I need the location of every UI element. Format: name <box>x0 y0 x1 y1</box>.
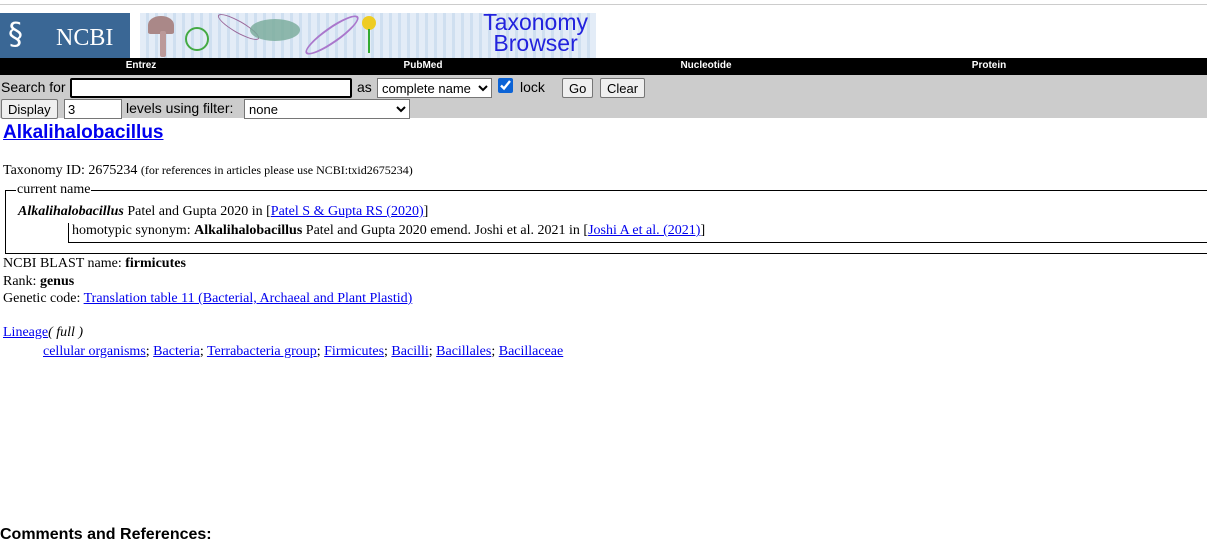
taxon-title-link[interactable]: Alkalihalobacillus <box>3 122 164 144</box>
flower-stem <box>368 29 370 53</box>
taxonomy-id-label: Taxonomy ID: <box>3 163 85 178</box>
top-divider <box>0 4 1207 5</box>
nav-protein[interactable]: Protein <box>972 60 1006 71</box>
lineage-item[interactable]: Firmicutes <box>324 344 384 359</box>
lineage-item[interactable]: Bacilli <box>391 344 428 359</box>
filter-select[interactable]: none <box>244 99 410 119</box>
flower-icon <box>362 16 376 30</box>
virus-icon <box>185 27 209 51</box>
lock-label: lock <box>520 79 545 95</box>
chain-cell-icon <box>301 10 363 60</box>
fish-icon <box>250 19 300 41</box>
synonym-reference-link[interactable]: Joshi A et al. (2021) <box>588 223 700 238</box>
current-name-legend: current name <box>17 182 91 197</box>
blast-label: NCBI BLAST name: <box>3 256 126 271</box>
as-label: as <box>357 79 372 95</box>
clear-button[interactable]: Clear <box>600 78 646 98</box>
genetic-code-label: Genetic code: <box>3 291 84 306</box>
current-name: Alkalihalobacillus <box>18 204 124 219</box>
lineage-list: cellular organisms; Bacteria; Terrabacte… <box>43 344 564 359</box>
lineage-header: Lineage( full ) <box>3 325 83 341</box>
synonym-name: Alkalihalobacillus <box>194 223 303 238</box>
ncbi-logo[interactable]: § NCBI <box>0 13 130 58</box>
display-button[interactable]: Display <box>1 99 58 119</box>
logo-text: NCBI <box>56 25 114 51</box>
taxonomy-id: 2675234 <box>88 163 138 178</box>
rank-label: Rank: <box>3 274 40 289</box>
blast-name-line: NCBI BLAST name: firmicutes <box>3 256 186 272</box>
levels-label: levels using filter: <box>126 100 234 116</box>
search-form: Search for as complete name lock Go Clea… <box>0 75 1207 119</box>
lineage-item[interactable]: Bacteria <box>153 344 200 359</box>
lineage-item[interactable]: Bacillaceae <box>499 344 564 359</box>
dna-helix-icon: § <box>8 17 23 52</box>
search-input[interactable] <box>70 78 352 98</box>
blast-name: firmicutes <box>125 256 186 271</box>
current-name-line: Alkalihalobacillus Patel and Gupta 2020 … <box>18 204 428 220</box>
taxonomy-id-note: (for references in articles please use N… <box>140 163 413 177</box>
synonym-authority: Patel and Gupta 2020 emend. Joshi et al.… <box>302 223 589 238</box>
lock-checkbox[interactable] <box>498 78 513 93</box>
synonym-label: homotypic synonym: <box>72 223 195 238</box>
nav-entrez[interactable]: Entrez <box>126 60 157 71</box>
lineage-full-toggle[interactable]: ( full ) <box>48 325 83 340</box>
levels-input[interactable] <box>64 99 122 119</box>
taxonomy-id-line: Taxonomy ID: 2675234 (for references in … <box>3 163 413 179</box>
nav-bar: Entrez PubMed Nucleotide Protein <box>0 58 1207 75</box>
comments-heading: Comments and References: <box>0 526 212 543</box>
current-reference-link[interactable]: Patel S & Gupta RS (2020) <box>271 204 424 219</box>
banner-title: Taxonomy Browser <box>483 9 588 56</box>
lineage-item[interactable]: Bacillales <box>436 344 491 359</box>
rank-line: Rank: genus <box>3 274 74 290</box>
name-type-select[interactable]: complete name <box>377 78 492 98</box>
go-button[interactable]: Go <box>562 78 594 98</box>
synonym-row: homotypic synonym: Alkalihalobacillus Pa… <box>68 223 1207 243</box>
bracket: ] <box>700 223 706 238</box>
search-label: Search for <box>1 79 66 95</box>
mushroom-stem <box>160 31 166 57</box>
rank-value: genus <box>39 274 75 289</box>
bracket: ] <box>423 204 429 219</box>
taxonomy-banner: Taxonomy Browser <box>140 9 596 60</box>
nav-nucleotide[interactable]: Nucleotide <box>680 60 731 71</box>
current-authority: Patel and Gupta 2020 in [ <box>123 204 271 219</box>
lineage-item[interactable]: cellular organisms <box>43 344 146 359</box>
lineage-link[interactable]: Lineage <box>3 325 48 340</box>
genetic-code-line: Genetic code: Translation table 11 (Bact… <box>3 291 412 307</box>
genetic-code-link[interactable]: Translation table 11 (Bacterial, Archaea… <box>84 291 413 306</box>
lineage-item[interactable]: Terrabacteria group <box>207 344 317 359</box>
nav-pubmed[interactable]: PubMed <box>404 60 443 71</box>
